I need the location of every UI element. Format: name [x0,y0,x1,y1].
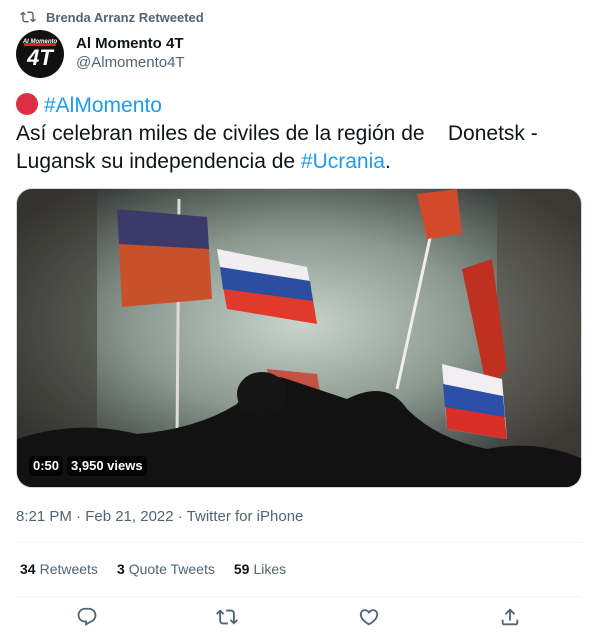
like-icon[interactable] [358,606,382,630]
avatar[interactable]: Al Momento 4T [16,30,64,78]
author-handle[interactable]: @Almomento4T [76,53,185,73]
video-player[interactable]: 0:50 3,950 views [16,188,582,488]
hashtag-link-almomento[interactable]: #AlMomento [44,94,162,117]
reply-icon[interactable] [76,606,100,630]
tweet-text: #AlMomento Así celebran miles de civiles… [16,92,586,176]
video-frame [17,189,581,487]
tweet-author[interactable]: Al Momento 4T Al Momento 4T @Almomento4T [16,30,185,78]
author-display-name[interactable]: Al Momento 4T [76,35,185,53]
tweet-line-3-text: Lugansk su independencia de [16,150,301,173]
share-icon[interactable] [499,606,523,630]
tweet-line-3-end: . [384,150,391,173]
video-views-badge: 3,950 views [67,456,147,476]
likes-count: 59 [233,561,250,577]
tweet-line-2: Así celebran miles de civiles de la regi… [16,122,538,145]
retweets-stat[interactable]: 34 Retweets [20,561,98,577]
tweet-line-1: #AlMomento [16,92,586,120]
retweet-icon[interactable] [216,606,240,630]
retweet-icon [20,9,36,25]
likes-stat[interactable]: 59 Likes [234,561,286,577]
tweet-stats: 34 Retweets 3 Quote Tweets 59 Likes [20,561,305,577]
hashtag-link-ucrania[interactable]: #Ucrania [301,150,385,173]
retweets-label: Retweets [39,561,98,577]
retweet-banner[interactable]: Brenda Arranz Retweeted [20,8,204,26]
tweet-line-3: Lugansk su independencia de #Ucrania. [16,148,586,176]
retweet-banner-text: Brenda Arranz Retweeted [46,9,204,25]
tweet-timestamp[interactable]: 8:21 PM · Feb 21, 2022 · Twitter for iPh… [16,508,303,525]
divider [16,542,582,543]
quote-tweets-stat[interactable]: 3 Quote Tweets [117,561,215,577]
divider [16,596,582,597]
quote-tweets-count: 3 [116,561,125,577]
tweet-actions-bar [0,606,598,634]
quote-tweets-label: Quote Tweets [128,561,215,577]
retweets-count: 34 [20,561,36,577]
video-duration-badge: 0:50 [29,456,64,476]
likes-label: Likes [253,561,287,577]
red-circle-icon [16,93,38,115]
avatar-main-text: 4T [27,45,53,70]
